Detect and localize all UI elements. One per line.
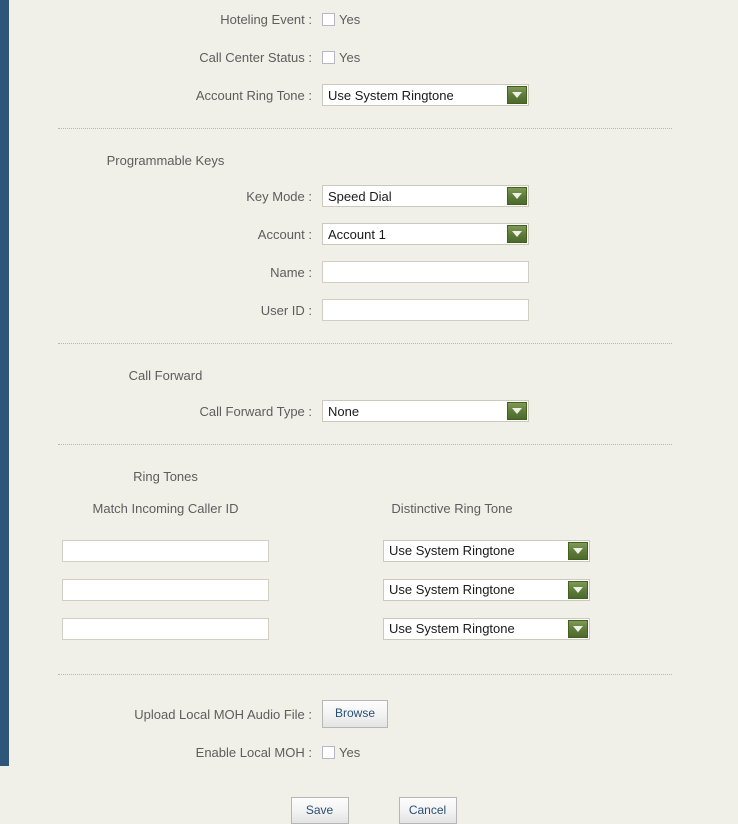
hoteling-event-checkbox-label: Yes	[339, 11, 361, 27]
chevron-down-icon[interactable]	[507, 86, 527, 104]
upload-local-moh-field: Browse	[322, 700, 738, 728]
divider-4	[58, 674, 672, 675]
row-account-ring-tone: Account Ring Tone : Use System Ringtone	[9, 76, 738, 114]
caller-id-input-3[interactable]	[62, 617, 269, 640]
upload-local-moh-label: Upload Local MOH Audio File :	[134, 706, 312, 722]
account-ring-tone-field: Use System Ringtone	[322, 84, 738, 106]
user-id-input[interactable]	[322, 299, 529, 321]
call-center-status-checkbox[interactable]	[322, 50, 335, 64]
form-actions: Save Cancel	[9, 797, 738, 824]
call-forward-type-value: None	[328, 403, 360, 419]
settings-content: Hoteling Event : Yes Call Center Status …	[9, 0, 738, 824]
row-name: Name :	[9, 253, 738, 291]
ring-tone-row-tone-cell: Use System Ringtone	[322, 617, 590, 640]
save-button[interactable]: Save	[290, 797, 349, 824]
ring-tone-row: Use System Ringtone	[9, 531, 738, 570]
enable-local-moh-checkbox-wrap[interactable]: Yes	[322, 745, 360, 760]
section-ring-tones: Ring Tones	[9, 459, 738, 493]
ring-tone-row: Use System Ringtone	[9, 570, 738, 609]
row-call-forward-type: Call Forward Type : None	[9, 392, 738, 430]
enable-local-moh-label: Enable Local MOH :	[195, 744, 312, 760]
row-account: Account : Account 1	[9, 215, 738, 253]
chevron-down-icon[interactable]	[568, 619, 588, 638]
distinctive-ring-tone-select-3[interactable]: Use System Ringtone	[383, 617, 590, 640]
programmable-keys-title: Programmable Keys	[106, 152, 225, 168]
section-call-forward: Call Forward	[9, 358, 738, 392]
chevron-down-icon[interactable]	[507, 225, 527, 243]
distinctive-ring-tone-value-2: Use System Ringtone	[389, 582, 515, 597]
left-navigation-rail	[0, 0, 9, 766]
browse-button[interactable]: Browse	[322, 700, 389, 728]
row-upload-local-moh: Upload Local MOH Audio File : Browse	[9, 695, 738, 733]
chevron-down-icon[interactable]	[568, 541, 588, 560]
ring-tone-row-caller-id-cell	[9, 578, 322, 601]
divider-1	[58, 128, 672, 129]
caller-id-column-header: Match Incoming Caller ID	[92, 500, 239, 516]
caller-id-input-2[interactable]	[62, 578, 269, 601]
row-call-center-status: Call Center Status : Yes	[9, 38, 738, 76]
account-label: Account :	[257, 226, 312, 242]
section-programmable-keys: Programmable Keys	[9, 143, 738, 177]
call-center-status-checkbox-wrap[interactable]: Yes	[322, 50, 360, 65]
account-value: Account 1	[328, 226, 386, 242]
enable-local-moh-checkbox-label: Yes	[339, 744, 361, 760]
ring-tones-title: Ring Tones	[133, 468, 198, 484]
call-center-status-label: Call Center Status :	[199, 49, 312, 65]
key-mode-label: Key Mode :	[246, 188, 312, 204]
call-forward-title: Call Forward	[128, 367, 203, 383]
user-id-field	[322, 299, 738, 321]
hoteling-event-checkbox[interactable]	[322, 12, 335, 26]
account-ring-tone-label: Account Ring Tone :	[195, 87, 312, 103]
enable-local-moh-checkbox[interactable]	[322, 745, 335, 759]
divider-2	[58, 343, 672, 344]
ring-tone-row-caller-id-cell	[9, 617, 322, 640]
row-enable-local-moh: Enable Local MOH : Yes	[9, 733, 738, 771]
chevron-down-icon[interactable]	[507, 402, 527, 420]
settings-page: Hoteling Event : Yes Call Center Status …	[0, 0, 738, 824]
ring-tone-row: Use System Ringtone	[9, 609, 738, 648]
row-hoteling-event: Hoteling Event : Yes	[9, 0, 738, 38]
user-id-label: User ID :	[260, 302, 312, 318]
call-forward-type-select[interactable]: None	[322, 400, 529, 422]
key-mode-value: Speed Dial	[328, 188, 392, 204]
ring-tone-row-caller-id-cell	[9, 539, 322, 562]
key-mode-field: Speed Dial	[322, 185, 738, 207]
chevron-down-icon[interactable]	[507, 187, 527, 205]
caller-id-input-1[interactable]	[62, 539, 269, 562]
distinctive-ring-tone-select-2[interactable]: Use System Ringtone	[383, 578, 590, 601]
ring-tones-column-headers: Match Incoming Caller ID Distinctive Rin…	[9, 493, 738, 523]
name-label: Name :	[270, 264, 312, 280]
enable-local-moh-field: Yes	[322, 745, 738, 760]
distinctive-ring-tone-value-3: Use System Ringtone	[389, 621, 515, 636]
distinctive-ring-tone-select-1[interactable]: Use System Ringtone	[383, 539, 590, 562]
account-ring-tone-select[interactable]: Use System Ringtone	[322, 84, 529, 106]
call-forward-type-label: Call Forward Type :	[199, 403, 312, 419]
call-center-status-checkbox-label: Yes	[339, 49, 361, 65]
call-center-status-field: Yes	[322, 50, 738, 65]
ring-tone-row-tone-cell: Use System Ringtone	[322, 539, 590, 562]
account-field: Account 1	[322, 223, 738, 245]
ring-tone-column-header: Distinctive Ring Tone	[391, 500, 513, 516]
row-user-id: User ID :	[9, 291, 738, 329]
cancel-button[interactable]: Cancel	[398, 797, 457, 824]
distinctive-ring-tone-value-1: Use System Ringtone	[389, 543, 515, 558]
name-input[interactable]	[322, 261, 529, 283]
hoteling-event-label: Hoteling Event :	[220, 11, 312, 27]
name-field	[322, 261, 738, 283]
account-select[interactable]: Account 1	[322, 223, 529, 245]
hoteling-event-checkbox-wrap[interactable]: Yes	[322, 12, 360, 27]
hoteling-event-field: Yes	[322, 12, 738, 27]
key-mode-select[interactable]: Speed Dial	[322, 185, 529, 207]
divider-3	[58, 444, 672, 445]
account-ring-tone-value: Use System Ringtone	[328, 87, 454, 103]
row-key-mode: Key Mode : Speed Dial	[9, 177, 738, 215]
ring-tone-row-tone-cell: Use System Ringtone	[322, 578, 590, 601]
chevron-down-icon[interactable]	[568, 580, 588, 599]
call-forward-type-field: None	[322, 400, 738, 422]
